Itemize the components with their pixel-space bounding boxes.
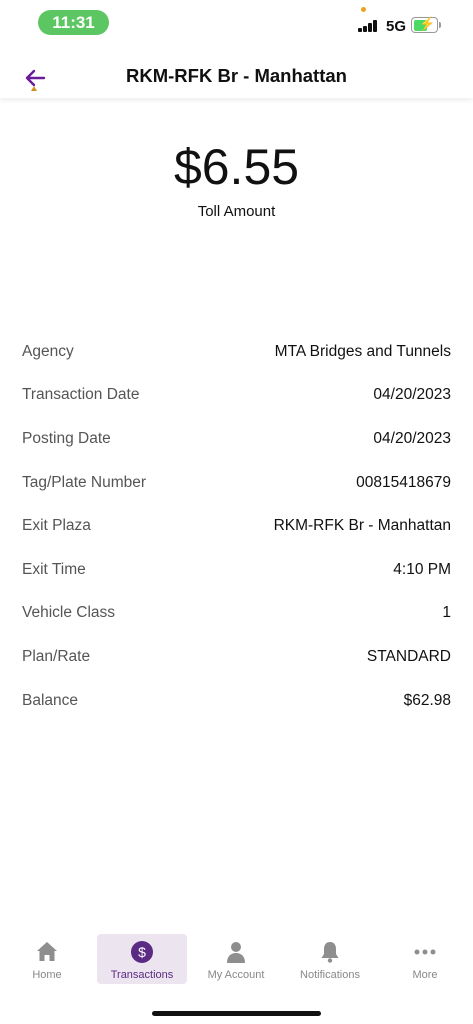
detail-row-plan-rate: Plan/Rate STANDARD xyxy=(22,635,451,679)
more-dots-icon xyxy=(414,949,436,955)
status-bar: 11:31 5G ⚡ xyxy=(0,0,473,46)
bottom-nav: Home $ Transactions My Account Notificat… xyxy=(0,934,473,986)
detail-row-transaction-date: Transaction Date 04/20/2023 xyxy=(22,374,451,418)
dollar-circle-icon: $ xyxy=(131,941,153,963)
status-time: 11:31 xyxy=(38,10,109,35)
detail-label: Transaction Date xyxy=(22,386,140,404)
detail-value: 1 xyxy=(442,604,451,622)
header: RKM-RFK Br - Manhattan xyxy=(0,46,473,98)
detail-value: 4:10 PM xyxy=(393,560,451,578)
network-type: 5G xyxy=(386,18,407,35)
nav-item-home[interactable]: Home xyxy=(2,934,92,984)
detail-label: Balance xyxy=(22,691,79,709)
nav-label: My Account xyxy=(207,969,265,981)
toll-amount: $6.55 xyxy=(173,139,300,195)
detail-value: STANDARD xyxy=(366,647,451,665)
detail-value: MTA Bridges and Tunnels xyxy=(274,342,451,360)
toll-amount-label: Toll Amount xyxy=(197,203,276,220)
detail-value: 04/20/2023 xyxy=(373,429,451,447)
detail-row-agency: Agency MTA Bridges and Tunnels xyxy=(22,330,451,374)
nav-label: More xyxy=(412,969,438,981)
battery-icon: ⚡ xyxy=(411,16,438,33)
nav-item-more[interactable]: More xyxy=(380,934,470,984)
detail-row-tag-plate: Tag/Plate Number 00815418679 xyxy=(22,461,451,505)
nav-label: Notifications xyxy=(300,969,360,981)
battery-tip xyxy=(439,22,441,28)
nav-item-my-account[interactable]: My Account xyxy=(191,934,281,984)
page-title: RKM-RFK Br - Manhattan xyxy=(126,65,347,86)
detail-row-vehicle-class: Vehicle Class 1 xyxy=(22,592,451,636)
detail-row-posting-date: Posting Date 04/20/2023 xyxy=(22,417,451,461)
detail-row-exit-plaza: Exit Plaza RKM-RFK Br - Manhattan xyxy=(22,504,451,548)
nav-label: Transactions xyxy=(110,969,174,981)
detail-row-balance: Balance $62.98 xyxy=(22,679,451,723)
detail-label: Vehicle Class xyxy=(22,604,116,622)
detail-value: RKM-RFK Br - Manhattan xyxy=(273,517,451,535)
svg-text:$: $ xyxy=(138,944,146,960)
nav-item-notifications[interactable]: Notifications xyxy=(285,934,375,984)
bell-icon xyxy=(321,942,339,963)
detail-value: 00815418679 xyxy=(356,473,451,491)
detail-label: Tag/Plate Number xyxy=(22,473,147,491)
detail-label: Posting Date xyxy=(22,429,111,447)
detail-value: 04/20/2023 xyxy=(373,386,451,404)
home-indicator[interactable] xyxy=(152,1011,321,1016)
detail-row-exit-time: Exit Time 4:10 PM xyxy=(22,548,451,592)
transaction-details: Agency MTA Bridges and Tunnels Transacti… xyxy=(22,330,451,722)
detail-label: Exit Time xyxy=(22,560,86,578)
nav-item-transactions[interactable]: $ Transactions xyxy=(97,934,187,984)
detail-label: Agency xyxy=(22,342,74,360)
detail-label: Plan/Rate xyxy=(22,647,91,665)
cellular-signal-icon xyxy=(358,20,378,32)
person-icon xyxy=(227,942,245,963)
privacy-indicator-dot xyxy=(361,7,366,12)
detail-value: $62.98 xyxy=(403,691,451,709)
home-icon xyxy=(37,942,57,961)
nav-label: Home xyxy=(32,969,62,981)
detail-label: Exit Plaza xyxy=(22,517,91,535)
